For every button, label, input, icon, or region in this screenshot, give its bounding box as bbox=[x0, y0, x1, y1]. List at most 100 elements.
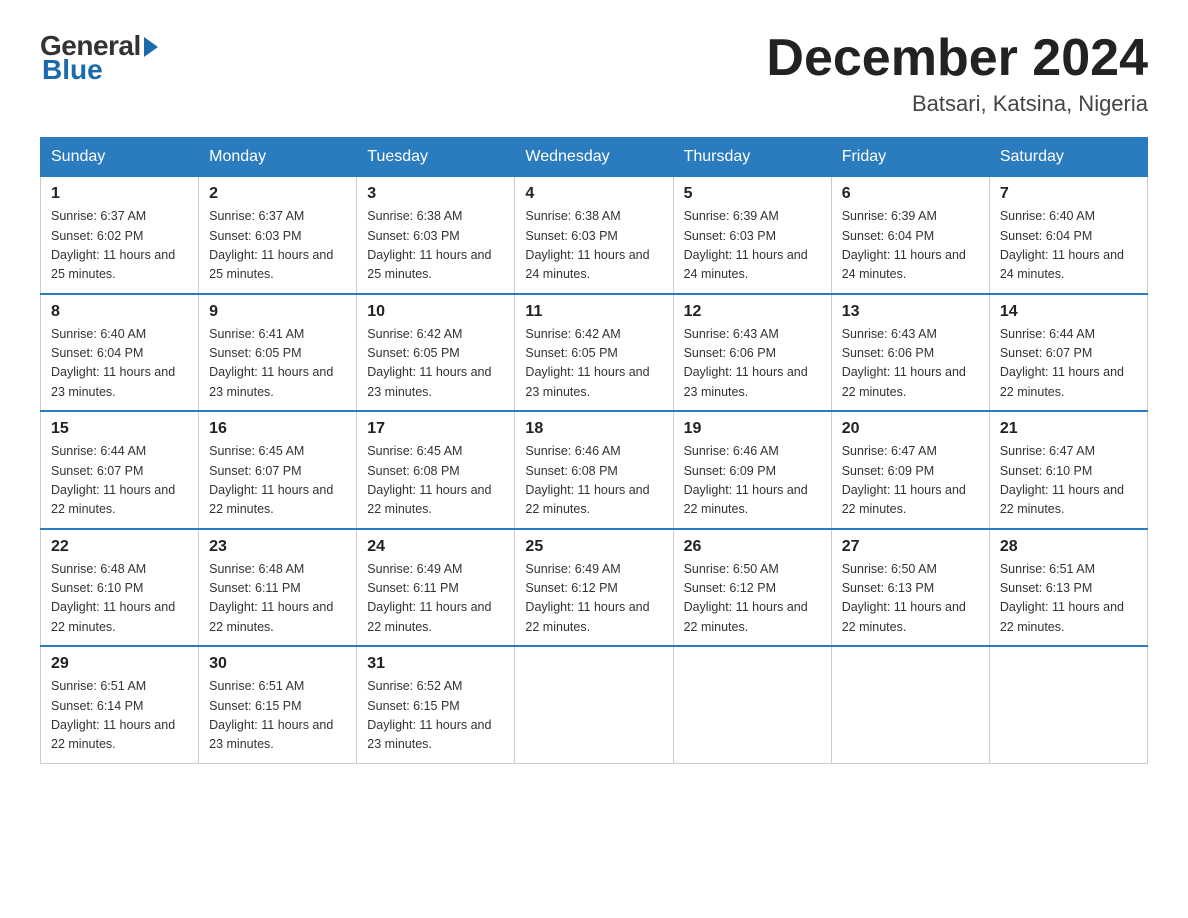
calendar-cell bbox=[673, 646, 831, 763]
day-info: Sunrise: 6:52 AMSunset: 6:15 PMDaylight:… bbox=[367, 677, 504, 755]
day-number: 23 bbox=[209, 538, 346, 556]
calendar-cell: 25Sunrise: 6:49 AMSunset: 6:12 PMDayligh… bbox=[515, 529, 673, 647]
day-info: Sunrise: 6:46 AMSunset: 6:09 PMDaylight:… bbox=[684, 442, 821, 520]
calendar-cell: 21 Sunrise: 6:47 AMSunset: 6:10 PMDayligh… bbox=[989, 411, 1147, 529]
calendar-cell: 12Sunrise: 6:43 AMSunset: 6:06 PMDayligh… bbox=[673, 294, 831, 412]
day-number: 21 bbox=[1000, 420, 1137, 438]
day-number: 13 bbox=[842, 303, 979, 321]
day-number: 1 bbox=[51, 185, 188, 203]
calendar-cell: 8 Sunrise: 6:40 AMSunset: 6:04 PMDaylight… bbox=[41, 294, 199, 412]
day-number: 18 bbox=[525, 420, 662, 438]
calendar-header-row: SundayMondayTuesdayWednesdayThursdayFrid… bbox=[41, 138, 1148, 177]
day-info: Sunrise: 6:45 AMSunset: 6:07 PMDaylight:… bbox=[209, 442, 346, 520]
calendar-cell: 27 Sunrise: 6:50 AMSunset: 6:13 PMDayligh… bbox=[831, 529, 989, 647]
calendar-cell: 7Sunrise: 6:40 AMSunset: 6:04 PMDaylight… bbox=[989, 177, 1147, 294]
header-wednesday: Wednesday bbox=[515, 138, 673, 177]
calendar-cell: 4 Sunrise: 6:38 AMSunset: 6:03 PMDaylight… bbox=[515, 177, 673, 294]
day-number: 27 bbox=[842, 538, 979, 556]
calendar-cell: 13Sunrise: 6:43 AMSunset: 6:06 PMDayligh… bbox=[831, 294, 989, 412]
day-number: 20 bbox=[842, 420, 979, 438]
calendar-cell: 24 Sunrise: 6:49 AMSunset: 6:11 PMDayligh… bbox=[357, 529, 515, 647]
calendar-week-4: 22 Sunrise: 6:48 AMSunset: 6:10 PMDayligh… bbox=[41, 529, 1148, 647]
day-info: Sunrise: 6:38 AMSunset: 6:03 PMDaylight:… bbox=[367, 207, 504, 285]
calendar-cell: 31 Sunrise: 6:52 AMSunset: 6:15 PMDayligh… bbox=[357, 646, 515, 763]
calendar-cell: 18 Sunrise: 6:46 AMSunset: 6:08 PMDayligh… bbox=[515, 411, 673, 529]
day-number: 8 bbox=[51, 303, 188, 321]
day-info: Sunrise: 6:50 AMSunset: 6:12 PMDaylight:… bbox=[684, 560, 821, 638]
day-number: 9 bbox=[209, 303, 346, 321]
title-area: December 2024 Batsari, Katsina, Nigeria bbox=[766, 30, 1148, 117]
day-info: Sunrise: 6:39 AMSunset: 6:03 PMDaylight:… bbox=[684, 207, 821, 285]
day-info: Sunrise: 6:44 AMSunset: 6:07 PMDaylight:… bbox=[1000, 325, 1137, 403]
header-tuesday: Tuesday bbox=[357, 138, 515, 177]
calendar-cell: 16 Sunrise: 6:45 AMSunset: 6:07 PMDayligh… bbox=[199, 411, 357, 529]
page-header: General Blue December 2024 Batsari, Kats… bbox=[40, 30, 1148, 117]
day-info: Sunrise: 6:43 AMSunset: 6:06 PMDaylight:… bbox=[684, 325, 821, 403]
calendar-cell: 11Sunrise: 6:42 AMSunset: 6:05 PMDayligh… bbox=[515, 294, 673, 412]
calendar-cell: 23 Sunrise: 6:48 AMSunset: 6:11 PMDayligh… bbox=[199, 529, 357, 647]
day-info: Sunrise: 6:51 AMSunset: 6:14 PMDaylight:… bbox=[51, 677, 188, 755]
day-info: Sunrise: 6:51 AMSunset: 6:13 PMDaylight:… bbox=[1000, 560, 1137, 638]
day-info: Sunrise: 6:44 AMSunset: 6:07 PMDaylight:… bbox=[51, 442, 188, 520]
day-info: Sunrise: 6:49 AMSunset: 6:11 PMDaylight:… bbox=[367, 560, 504, 638]
header-sunday: Sunday bbox=[41, 138, 199, 177]
day-number: 6 bbox=[842, 185, 979, 203]
day-number: 31 bbox=[367, 655, 504, 673]
logo: General Blue bbox=[40, 30, 158, 86]
day-info: Sunrise: 6:48 AMSunset: 6:11 PMDaylight:… bbox=[209, 560, 346, 638]
day-number: 7 bbox=[1000, 185, 1137, 203]
calendar-cell: 28 Sunrise: 6:51 AMSunset: 6:13 PMDayligh… bbox=[989, 529, 1147, 647]
logo-blue-text: Blue bbox=[42, 54, 103, 86]
day-number: 15 bbox=[51, 420, 188, 438]
calendar-week-1: 1 Sunrise: 6:37 AMSunset: 6:02 PMDaylight… bbox=[41, 177, 1148, 294]
calendar-cell: 29 Sunrise: 6:51 AMSunset: 6:14 PMDayligh… bbox=[41, 646, 199, 763]
day-info: Sunrise: 6:47 AMSunset: 6:09 PMDaylight:… bbox=[842, 442, 979, 520]
calendar-cell: 30Sunrise: 6:51 AMSunset: 6:15 PMDayligh… bbox=[199, 646, 357, 763]
day-info: Sunrise: 6:49 AMSunset: 6:12 PMDaylight:… bbox=[525, 560, 662, 638]
calendar-cell bbox=[989, 646, 1147, 763]
header-monday: Monday bbox=[199, 138, 357, 177]
day-number: 3 bbox=[367, 185, 504, 203]
calendar-cell: 10 Sunrise: 6:42 AMSunset: 6:05 PMDayligh… bbox=[357, 294, 515, 412]
calendar-cell: 5 Sunrise: 6:39 AMSunset: 6:03 PMDaylight… bbox=[673, 177, 831, 294]
day-info: Sunrise: 6:40 AMSunset: 6:04 PMDaylight:… bbox=[51, 325, 188, 403]
day-number: 16 bbox=[209, 420, 346, 438]
day-info: Sunrise: 6:42 AMSunset: 6:05 PMDaylight:… bbox=[367, 325, 504, 403]
logo-arrow-icon bbox=[144, 37, 158, 57]
day-number: 24 bbox=[367, 538, 504, 556]
location-text: Batsari, Katsina, Nigeria bbox=[766, 91, 1148, 117]
day-number: 5 bbox=[684, 185, 821, 203]
day-number: 19 bbox=[684, 420, 821, 438]
day-number: 29 bbox=[51, 655, 188, 673]
header-thursday: Thursday bbox=[673, 138, 831, 177]
day-number: 10 bbox=[367, 303, 504, 321]
day-info: Sunrise: 6:50 AMSunset: 6:13 PMDaylight:… bbox=[842, 560, 979, 638]
day-number: 17 bbox=[367, 420, 504, 438]
calendar-cell: 3 Sunrise: 6:38 AMSunset: 6:03 PMDaylight… bbox=[357, 177, 515, 294]
day-info: Sunrise: 6:46 AMSunset: 6:08 PMDaylight:… bbox=[525, 442, 662, 520]
day-number: 4 bbox=[525, 185, 662, 203]
day-number: 30 bbox=[209, 655, 346, 673]
calendar-cell: 17Sunrise: 6:45 AMSunset: 6:08 PMDayligh… bbox=[357, 411, 515, 529]
day-number: 28 bbox=[1000, 538, 1137, 556]
calendar-week-2: 8 Sunrise: 6:40 AMSunset: 6:04 PMDaylight… bbox=[41, 294, 1148, 412]
header-friday: Friday bbox=[831, 138, 989, 177]
day-info: Sunrise: 6:48 AMSunset: 6:10 PMDaylight:… bbox=[51, 560, 188, 638]
day-number: 26 bbox=[684, 538, 821, 556]
day-info: Sunrise: 6:37 AMSunset: 6:03 PMDaylight:… bbox=[209, 207, 346, 285]
day-info: Sunrise: 6:39 AMSunset: 6:04 PMDaylight:… bbox=[842, 207, 979, 285]
calendar-table: SundayMondayTuesdayWednesdayThursdayFrid… bbox=[40, 137, 1148, 764]
calendar-cell bbox=[831, 646, 989, 763]
day-number: 22 bbox=[51, 538, 188, 556]
calendar-week-3: 15 Sunrise: 6:44 AMSunset: 6:07 PMDayligh… bbox=[41, 411, 1148, 529]
day-number: 11 bbox=[525, 303, 662, 321]
day-info: Sunrise: 6:37 AMSunset: 6:02 PMDaylight:… bbox=[51, 207, 188, 285]
calendar-cell: 6 Sunrise: 6:39 AMSunset: 6:04 PMDaylight… bbox=[831, 177, 989, 294]
calendar-cell: 22 Sunrise: 6:48 AMSunset: 6:10 PMDayligh… bbox=[41, 529, 199, 647]
day-info: Sunrise: 6:38 AMSunset: 6:03 PMDaylight:… bbox=[525, 207, 662, 285]
day-info: Sunrise: 6:41 AMSunset: 6:05 PMDaylight:… bbox=[209, 325, 346, 403]
calendar-cell: 26 Sunrise: 6:50 AMSunset: 6:12 PMDayligh… bbox=[673, 529, 831, 647]
calendar-cell: 1 Sunrise: 6:37 AMSunset: 6:02 PMDaylight… bbox=[41, 177, 199, 294]
day-info: Sunrise: 6:47 AMSunset: 6:10 PMDaylight:… bbox=[1000, 442, 1137, 520]
day-number: 14 bbox=[1000, 303, 1137, 321]
